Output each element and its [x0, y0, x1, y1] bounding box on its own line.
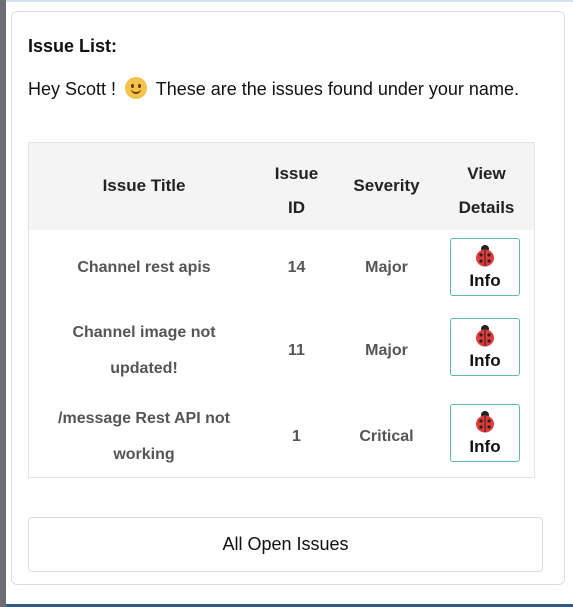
row-severity: Major [365, 259, 408, 276]
info-button[interactable]: Info [450, 318, 520, 376]
issues-table: Issue Title Issue ID Severity View Detai… [28, 142, 535, 478]
info-button[interactable]: Info [450, 404, 520, 462]
row-issue-id: 1 [292, 428, 301, 445]
ladybug-icon [476, 325, 494, 347]
header-view-details: View Details [458, 164, 515, 217]
greeting-suffix: These are the issues found under your na… [155, 79, 519, 99]
card-title: Issue List: [28, 36, 118, 56]
window-left-edge [0, 0, 6, 607]
row-issue-id: 14 [287, 259, 306, 276]
header-issue-id: Issue ID [274, 164, 319, 217]
row-issue-title: Channel image not updated! [72, 324, 216, 377]
header-issue-title: Issue Title [102, 176, 186, 195]
table-header: Issue Title Issue ID Severity View Detai… [29, 143, 534, 230]
greeting-prefix: Hey Scott ! [28, 79, 117, 99]
info-button[interactable]: Info [450, 238, 520, 296]
info-button-label: Info [469, 437, 501, 456]
issue-list-card: Issue List: Hey Scott ! These are the is… [11, 11, 565, 585]
greeting-text: Hey Scott ! These are the issues found u… [28, 74, 528, 105]
header-severity: Severity [353, 176, 420, 195]
row-issue-title: /message Rest API not working [58, 410, 230, 463]
all-open-issues-button[interactable]: All Open Issues [28, 517, 543, 572]
row-issue-title: Channel rest apis [77, 259, 211, 276]
smiley-icon [125, 77, 148, 99]
info-button-label: Info [469, 271, 501, 290]
info-button-label: Info [469, 351, 501, 370]
row-issue-id: 11 [288, 342, 305, 359]
window-top-edge [6, 0, 573, 2]
row-severity: Major [365, 342, 408, 359]
ladybug-icon [476, 411, 494, 433]
row-severity: Critical [359, 428, 414, 445]
ladybug-icon [476, 245, 494, 267]
